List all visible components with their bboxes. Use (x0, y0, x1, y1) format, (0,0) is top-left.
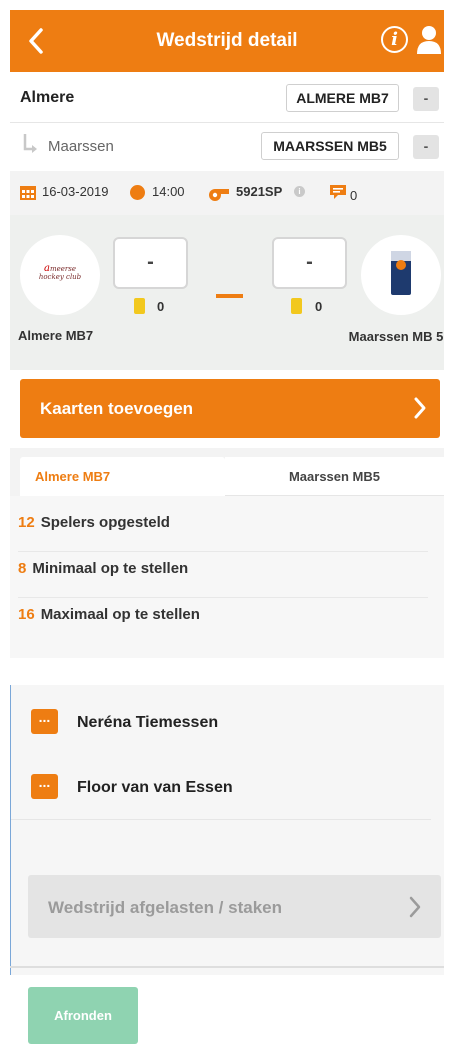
person-name: Neréna Tiemessen (77, 714, 219, 731)
away-logo-mark (391, 251, 411, 295)
away-team-row: Maarssen MAARSSEN MB5 - (10, 123, 444, 171)
code-info-icon[interactable]: i (294, 186, 305, 197)
home-team-label: Almere MB7 (18, 328, 94, 343)
match-date: 16-03-2019 (42, 184, 109, 199)
stat-value: 8 (18, 560, 27, 577)
person-name: Floor van van Essen (77, 779, 233, 796)
comment-icon[interactable] (330, 185, 346, 200)
stat-maximum-players: 16 Maximaal op te stellen (18, 598, 428, 644)
home-team-row: Almere ALMERE MB7 - (10, 75, 444, 123)
remove-home-button[interactable]: - (413, 87, 439, 111)
match-time: 14:00 (152, 184, 185, 199)
stat-label: Maximaal op te stellen (40, 606, 200, 623)
score-separator (216, 294, 243, 298)
page-title: Wedstrijd detail (156, 30, 298, 51)
divider (10, 966, 444, 968)
home-logo-text: ameerse hockey club (38, 263, 82, 282)
info-icon[interactable]: i (381, 26, 408, 53)
more-options-button[interactable]: ... (31, 774, 58, 799)
home-team-code[interactable]: ALMERE MB7 (286, 84, 399, 112)
home-score-box[interactable]: - (113, 237, 188, 289)
list-item: ... Floor van van Essen (11, 764, 421, 814)
chevron-right-icon (409, 896, 421, 918)
list-item: ... Neréna Tiemessen (11, 699, 421, 749)
referee-code: 5921SP (236, 184, 283, 199)
calendar-icon (20, 186, 36, 200)
stat-minimum-players: 8 Minimaal op te stellen (18, 552, 428, 598)
away-team-label: Maarssen MB 5 (348, 329, 444, 344)
add-cards-label: Kaarten toevoegen (40, 399, 194, 418)
lineup-stats-panel: 12 Spelers opgesteld 8 Minimaal op te stel… (10, 496, 444, 658)
team-tabs: Almere MB7 Maarssen MB5 12 Spelers opgest… (10, 448, 444, 658)
away-yellow-card-icon (291, 298, 302, 314)
finish-button[interactable]: Afronden (28, 987, 138, 1044)
list-divider (11, 819, 431, 820)
stat-label: Minimaal op te stellen (32, 560, 189, 577)
stat-label: Spelers opgesteld (40, 514, 170, 531)
away-score-box[interactable]: - (272, 237, 347, 289)
more-options-button[interactable]: ... (31, 709, 58, 734)
away-team-logo (361, 235, 441, 315)
cancel-match-button[interactable]: Wedstrijd afgelasten / staken (28, 875, 441, 938)
match-info-bar: 16-03-2019 14:00 5921SP i 0 (10, 171, 444, 215)
clock-icon (130, 185, 145, 200)
home-team-name: Almere (20, 89, 75, 106)
stat-players-lined-up: 12 Spelers opgesteld (18, 506, 428, 552)
tab-almere-mb7[interactable]: Almere MB7 (20, 457, 225, 496)
comment-count: 0 (350, 188, 358, 203)
home-card-count: 0 (157, 299, 165, 314)
away-card-count: 0 (315, 299, 323, 314)
app-header: Wedstrijd detail i (10, 10, 444, 72)
away-team-name: Maarssen (48, 138, 114, 155)
home-team-logo: ameerse hockey club (20, 235, 100, 315)
subdirectory-arrow-icon (23, 134, 37, 153)
chevron-right-icon (414, 397, 426, 419)
cancel-match-label: Wedstrijd afgelasten / staken (48, 898, 282, 917)
stat-value: 12 (18, 514, 35, 531)
home-yellow-card-icon (134, 298, 145, 314)
score-panel: ameerse hockey club - - 0 0 Almere MB7 Ma… (10, 215, 444, 370)
whistle-icon (209, 189, 229, 201)
back-chevron-icon[interactable] (24, 26, 48, 56)
tab-maarssen-mb5[interactable]: Maarssen MB5 (225, 457, 444, 496)
user-icon[interactable] (416, 24, 442, 56)
add-cards-button[interactable]: Kaarten toevoegen (20, 379, 440, 438)
remove-away-button[interactable]: - (413, 135, 439, 159)
stat-value: 16 (18, 606, 35, 623)
away-team-code[interactable]: MAARSSEN MB5 (261, 132, 399, 160)
